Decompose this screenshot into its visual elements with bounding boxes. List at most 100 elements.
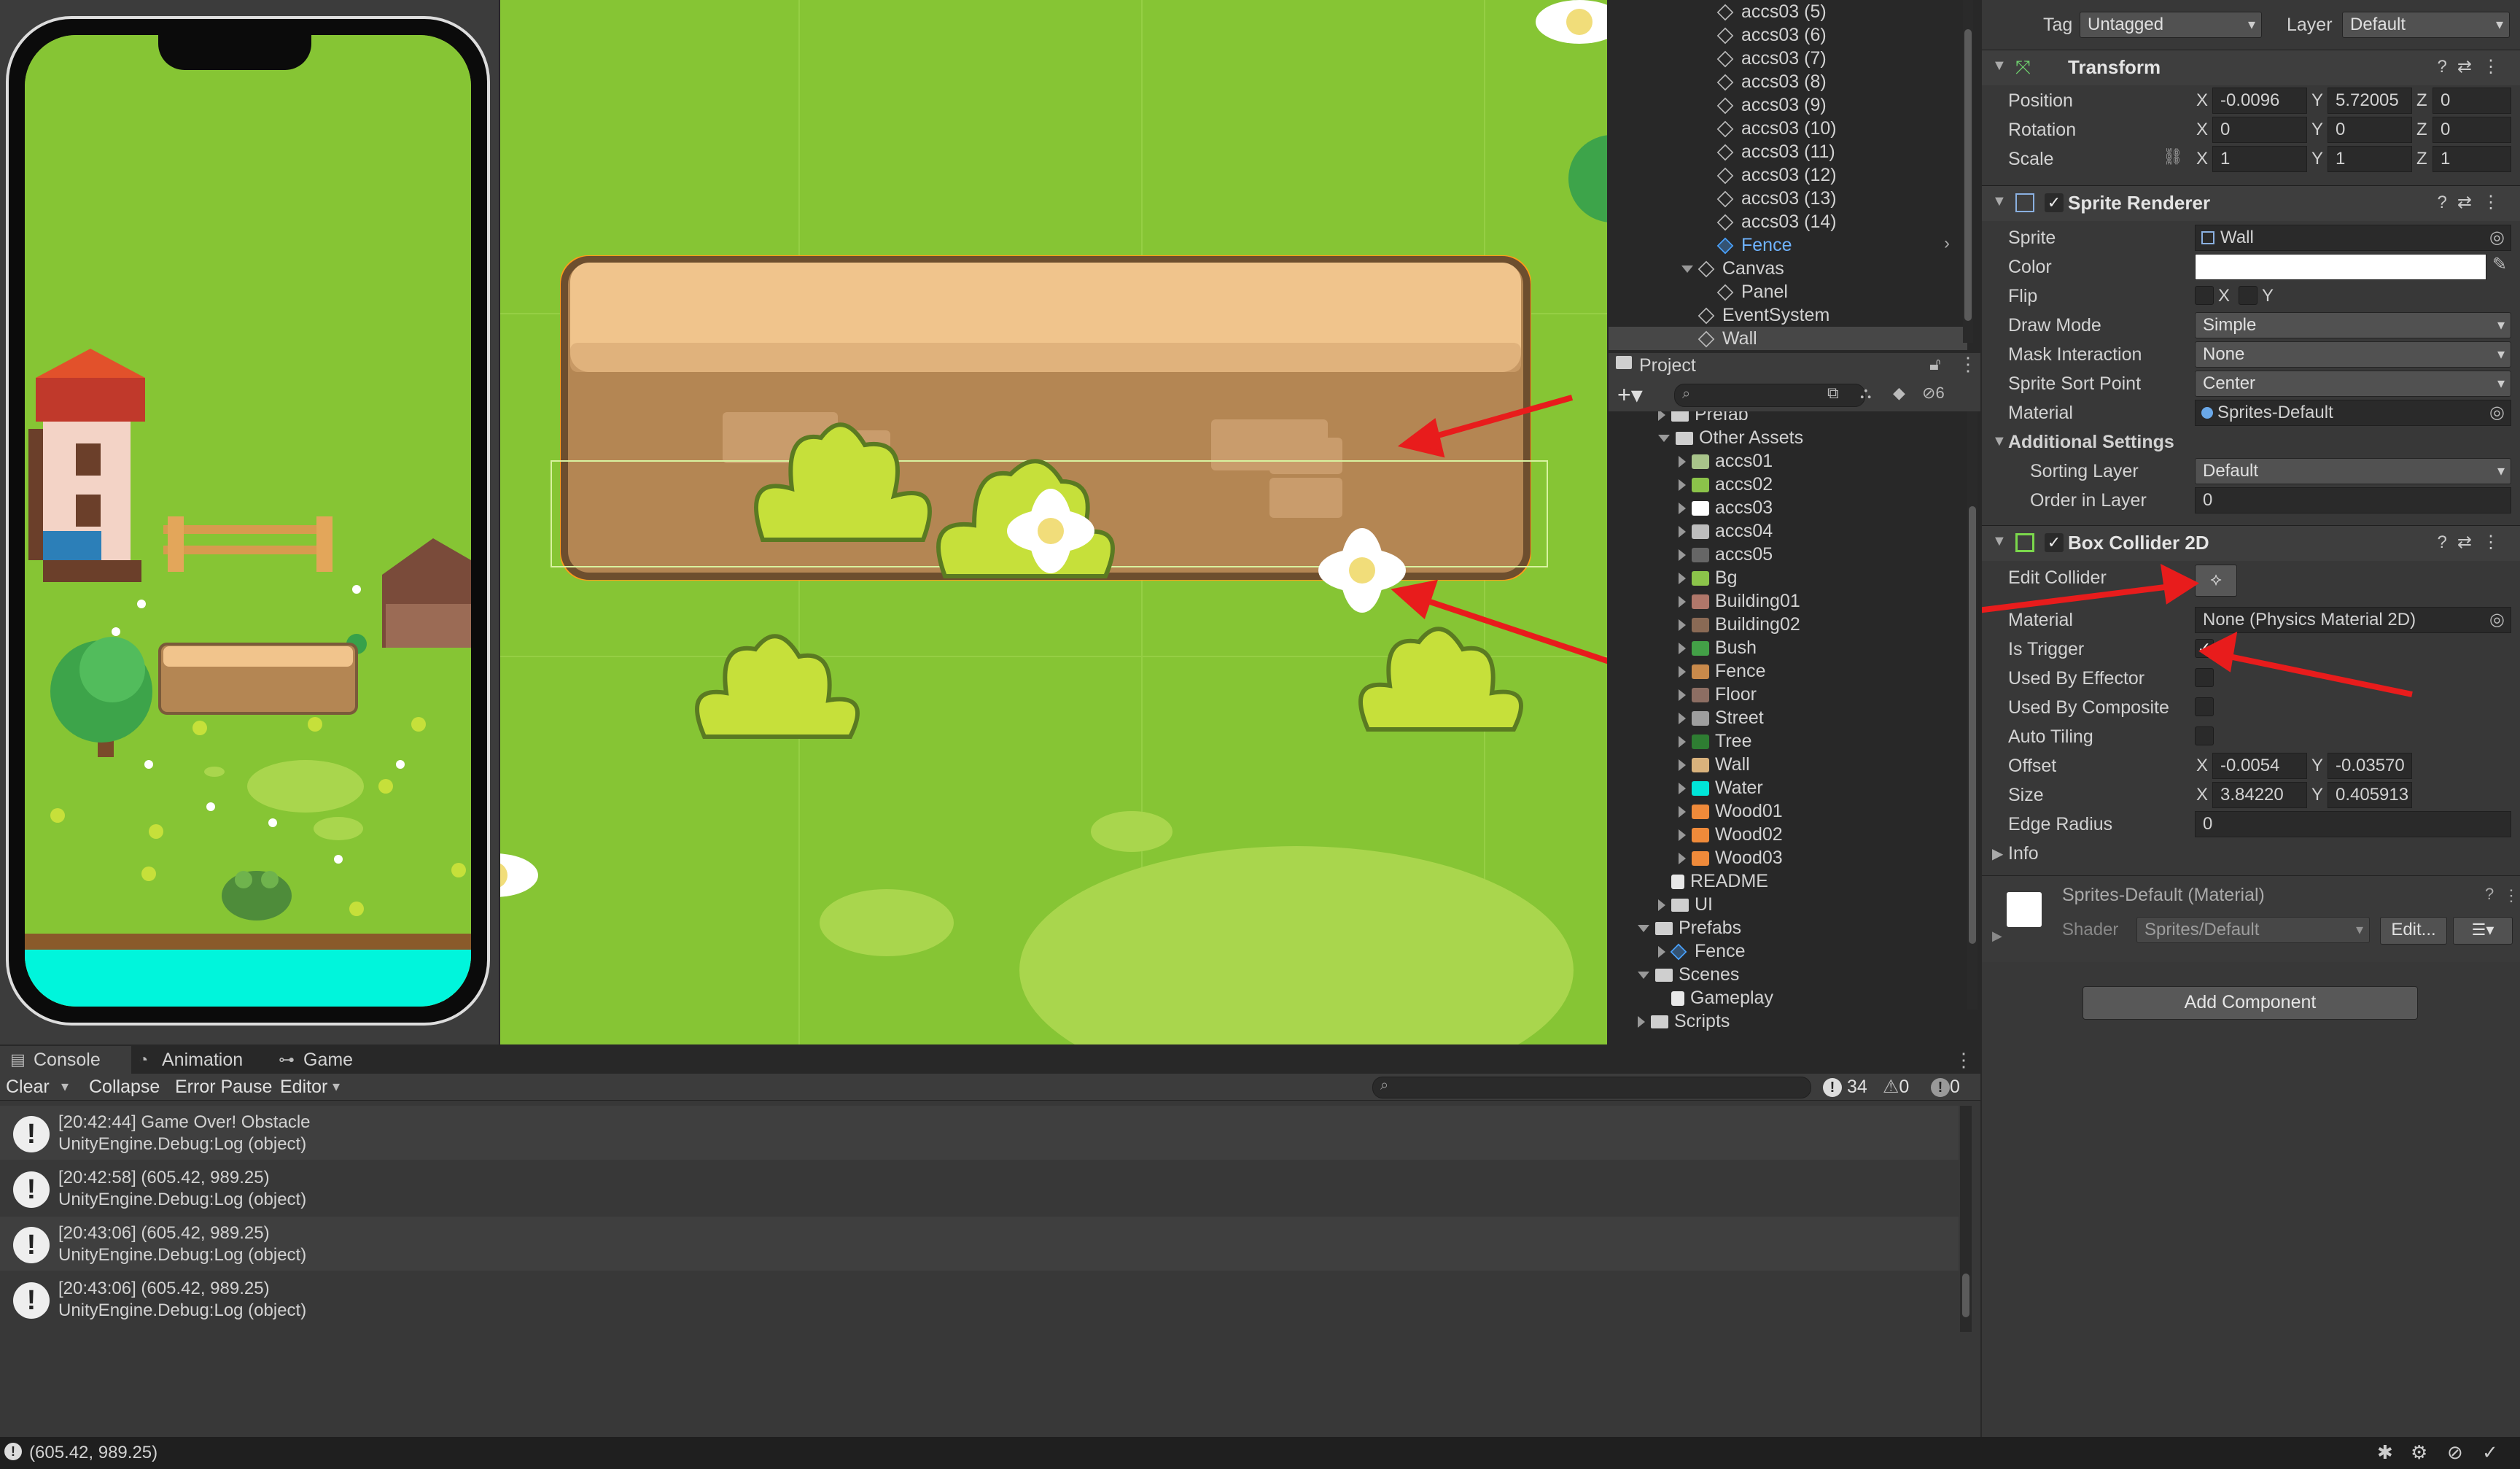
shader-dropdown[interactable]: Sprites/Default [2136, 917, 2370, 943]
project-item[interactable]: Tree [1679, 729, 1751, 753]
hidden-packages-icon[interactable]: ⊘6 [1922, 384, 1945, 403]
console-search-input[interactable]: ⌕ [1372, 1077, 1811, 1098]
debug-icon[interactable]: ✱ [2377, 1441, 2393, 1464]
hierarchy-item[interactable]: accs03 (12) [1716, 163, 1837, 187]
expand-icon[interactable] [1679, 619, 1686, 632]
project-item[interactable]: Bush [1679, 636, 1757, 659]
expand-icon[interactable] [1679, 526, 1686, 538]
more-menu-icon[interactable]: ⋮ [1959, 353, 1978, 376]
project-item[interactable]: Fence [1679, 659, 1765, 683]
project-item[interactable]: Wall [1679, 753, 1750, 776]
expand-icon[interactable]: ▶ [1992, 929, 2002, 944]
error-count-toggle[interactable]: ! 0 [1931, 1074, 1960, 1100]
tab-console[interactable]: ▤ Console [0, 1046, 131, 1074]
hierarchy-item[interactable]: EventSystem [1698, 303, 1829, 327]
project-item[interactable]: Floor [1679, 683, 1757, 706]
hierarchy-item[interactable]: accs03 (9) [1716, 93, 1827, 117]
hierarchy-item-wall-selected[interactable]: Wall [1609, 327, 1967, 350]
project-item[interactable]: accs05 [1679, 543, 1773, 566]
search-by-type-icon[interactable]: ⧉ [1827, 384, 1839, 403]
expand-icon[interactable] [1679, 666, 1686, 678]
expand-icon[interactable] [1679, 713, 1686, 725]
collab-icon[interactable]: ⊘ [2447, 1441, 2463, 1464]
project-item[interactable]: README [1658, 869, 1768, 893]
project-item[interactable]: Water [1679, 776, 1763, 799]
cloud-check-icon[interactable]: ✓ [2482, 1441, 2498, 1464]
log-entry[interactable]: ! [20:42:58] (605.42, 989.25) UnityEngine… [0, 1161, 1959, 1215]
project-tab-label[interactable]: Project [1639, 353, 1696, 378]
hierarchy-scrollbar[interactable] [1963, 0, 1973, 343]
project-item[interactable]: Wood02 [1679, 823, 1783, 846]
status-message[interactable]: (605.42, 989.25) [29, 1443, 158, 1463]
more-menu-icon[interactable]: ⋮ [1954, 1049, 1973, 1071]
project-item[interactable]: Scripts [1638, 1009, 1730, 1033]
filter-icon[interactable]: ⛬ [1860, 384, 1871, 403]
project-item[interactable]: Fence [1658, 939, 1745, 963]
project-item[interactable]: Building01 [1679, 589, 1800, 613]
expand-icon[interactable] [1679, 759, 1686, 772]
hierarchy-item[interactable]: accs03 (10) [1716, 117, 1837, 140]
shader-edit-button[interactable]: Edit... [2380, 917, 2447, 945]
chevron-right-icon[interactable]: › [1944, 233, 1950, 254]
project-item[interactable]: Other Assets [1658, 426, 1803, 449]
expand-icon[interactable] [1679, 573, 1686, 585]
project-item[interactable]: Prefabs [1638, 916, 1741, 939]
expand-icon[interactable] [1658, 411, 1665, 422]
project-item[interactable]: Bg [1679, 566, 1738, 589]
hierarchy-item[interactable]: accs03 (6) [1716, 23, 1827, 47]
collapse-button[interactable]: Collapse [89, 1074, 160, 1100]
expand-icon[interactable] [1658, 946, 1665, 958]
warning-count-toggle[interactable]: ⚠0 [1883, 1074, 1909, 1100]
lock-icon[interactable]: 🔓︎ [1929, 354, 1941, 375]
clear-button[interactable]: Clear [6, 1074, 50, 1100]
expand-icon[interactable] [1638, 925, 1649, 933]
create-plus-icon[interactable]: +▾ [1617, 381, 1643, 408]
add-component-button[interactable]: Add Component [2082, 986, 2418, 1020]
expand-icon[interactable] [1658, 899, 1665, 912]
expand-icon[interactable] [1679, 853, 1686, 865]
hierarchy-item[interactable]: accs03 (11) [1716, 140, 1835, 163]
game-screen[interactable] [25, 35, 471, 1007]
hierarchy-item[interactable]: accs03 (8) [1716, 70, 1827, 93]
project-item[interactable]: Scenes [1638, 963, 1739, 986]
more-menu-icon[interactable]: ⋮ [2503, 886, 2519, 905]
expand-icon[interactable] [1679, 806, 1686, 818]
clear-options-dropdown-icon[interactable]: ▾ [61, 1074, 69, 1100]
project-item[interactable]: Street [1679, 706, 1764, 729]
progress-icon[interactable]: ⚙ [2411, 1441, 2427, 1464]
label-icon[interactable]: ◆ [1893, 384, 1905, 403]
log-entry[interactable]: ! [20:43:06] (605.42, 989.25) UnityEngine… [0, 1217, 1959, 1271]
project-item[interactable]: UI [1658, 893, 1713, 916]
expand-icon[interactable] [1679, 456, 1686, 468]
expand-icon[interactable] [1679, 643, 1686, 655]
expand-icon[interactable] [1679, 736, 1686, 748]
expand-icon[interactable] [1679, 689, 1686, 702]
expand-icon[interactable] [1679, 479, 1686, 492]
expand-icon[interactable] [1638, 1016, 1645, 1028]
tab-animation[interactable]: ◔ Animation [139, 1046, 243, 1074]
hierarchy-item[interactable]: accs03 (7) [1716, 47, 1827, 70]
tab-game[interactable]: ⊶ Game [279, 1046, 353, 1074]
expand-icon[interactable] [1638, 972, 1649, 980]
project-item[interactable]: Wood01 [1679, 799, 1783, 823]
expand-icon[interactable] [1681, 265, 1693, 274]
size-x-field[interactable]: 3.84220 [2212, 782, 2307, 808]
project-item[interactable]: Wood03 [1679, 846, 1783, 869]
expand-icon[interactable] [1679, 503, 1686, 515]
console-scrollbar[interactable] [1960, 1106, 1972, 1332]
expand-icon[interactable]: ▶ [1992, 845, 2003, 863]
project-item[interactable]: Building02 [1679, 613, 1800, 636]
help-icon[interactable]: ? [2485, 885, 2494, 904]
editor-dropdown[interactable]: Editor [280, 1074, 327, 1100]
hierarchy-item[interactable]: accs03 (14) [1716, 210, 1837, 233]
offset-y-field[interactable]: -0.03570 [2328, 753, 2412, 779]
info-label[interactable]: Info [2008, 843, 2039, 864]
offset-x-field[interactable]: -0.0054 [2212, 753, 2307, 779]
expand-icon[interactable] [1679, 596, 1686, 608]
expand-icon[interactable] [1679, 829, 1686, 842]
scene-canvas[interactable] [500, 0, 1607, 1044]
log-entry[interactable]: ! [20:43:06] (605.42, 989.25) UnityEngine… [0, 1272, 1959, 1326]
expand-icon[interactable] [1679, 549, 1686, 562]
error-pause-button[interactable]: Error Pause [175, 1074, 272, 1100]
log-count-toggle[interactable]: ! 34 [1823, 1074, 1867, 1100]
